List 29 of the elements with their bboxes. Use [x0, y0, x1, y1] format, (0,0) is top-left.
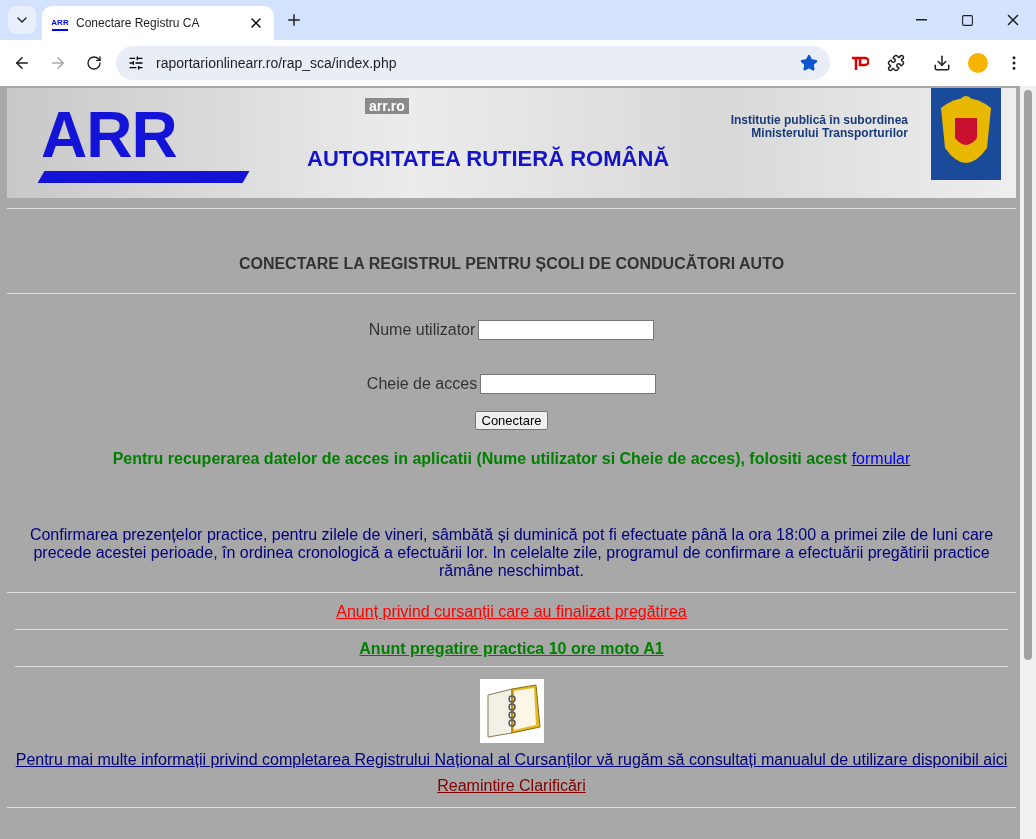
site-text: arr.ro: [365, 98, 409, 114]
notice-text: Confirmarea prezențelor practice, pentru zilele de vineri, sâmbătă și duminică pot fi efectuate până la ora 18:00 a primei zile de luni care precede acestei perioade, în ordinea cronologică a efectuării lor. In celelalte zile, programul de confirmare a efectuării pregătirii practice rămâne neschimbat.: [28, 526, 995, 580]
field-label: Nume utilizator: [368, 321, 476, 339]
subordination-text: Ministerului Transporturilor: [751, 127, 908, 140]
input-field[interactable]: [480, 374, 657, 394]
input-field[interactable]: [478, 320, 655, 340]
connect-button[interactable]: Conectare: [474, 411, 549, 430]
reminder-link[interactable]: Reamintire Clarificări: [437, 777, 586, 795]
coat-of-arms-icon: [931, 88, 1001, 180]
bookmark-star-icon[interactable]: [800, 54, 818, 72]
authority-name: AUTORITATEA RUTIERĂ ROMÂNĂ: [307, 146, 671, 172]
address-bar[interactable]: raportarionlinearr.ro/rap_sca/index.php: [116, 46, 830, 80]
plus-icon: [285, 11, 303, 29]
manual-link[interactable]: Pentru mai multe informații privind completarea Registrului Național al Cursanților vă rugăm să consultați manualul de utilizare disponibil aici: [15, 751, 1008, 769]
subordination-text: Institutie publică în subordinea: [730, 114, 908, 127]
forward-arrow-icon: [49, 54, 67, 72]
logo-text: ARR: [41, 103, 178, 167]
reload-icon: [86, 55, 102, 71]
page-title: CONECTARE LA REGISTRUL PENTRU ȘCOLI DE CONDUCĂTORI AUTO: [238, 255, 785, 273]
browser-tab[interactable]: ARR Conectare Registru CA: [42, 6, 274, 40]
maximize-icon: [960, 13, 974, 27]
tab-list-button[interactable]: [8, 6, 36, 34]
scrollbar[interactable]: [1020, 86, 1036, 839]
recovery-text: Pentru recuperarea datelor de acces in aplicatii (Nume utilizator si Cheie de acces), folositi acest formular: [112, 450, 911, 468]
notebook-icon: [479, 679, 544, 743]
minimize-icon: [915, 19, 927, 21]
form-link[interactable]: formular: [851, 450, 911, 467]
field-label: Cheie de acces: [366, 375, 478, 393]
site-settings-icon[interactable]: [128, 55, 144, 71]
